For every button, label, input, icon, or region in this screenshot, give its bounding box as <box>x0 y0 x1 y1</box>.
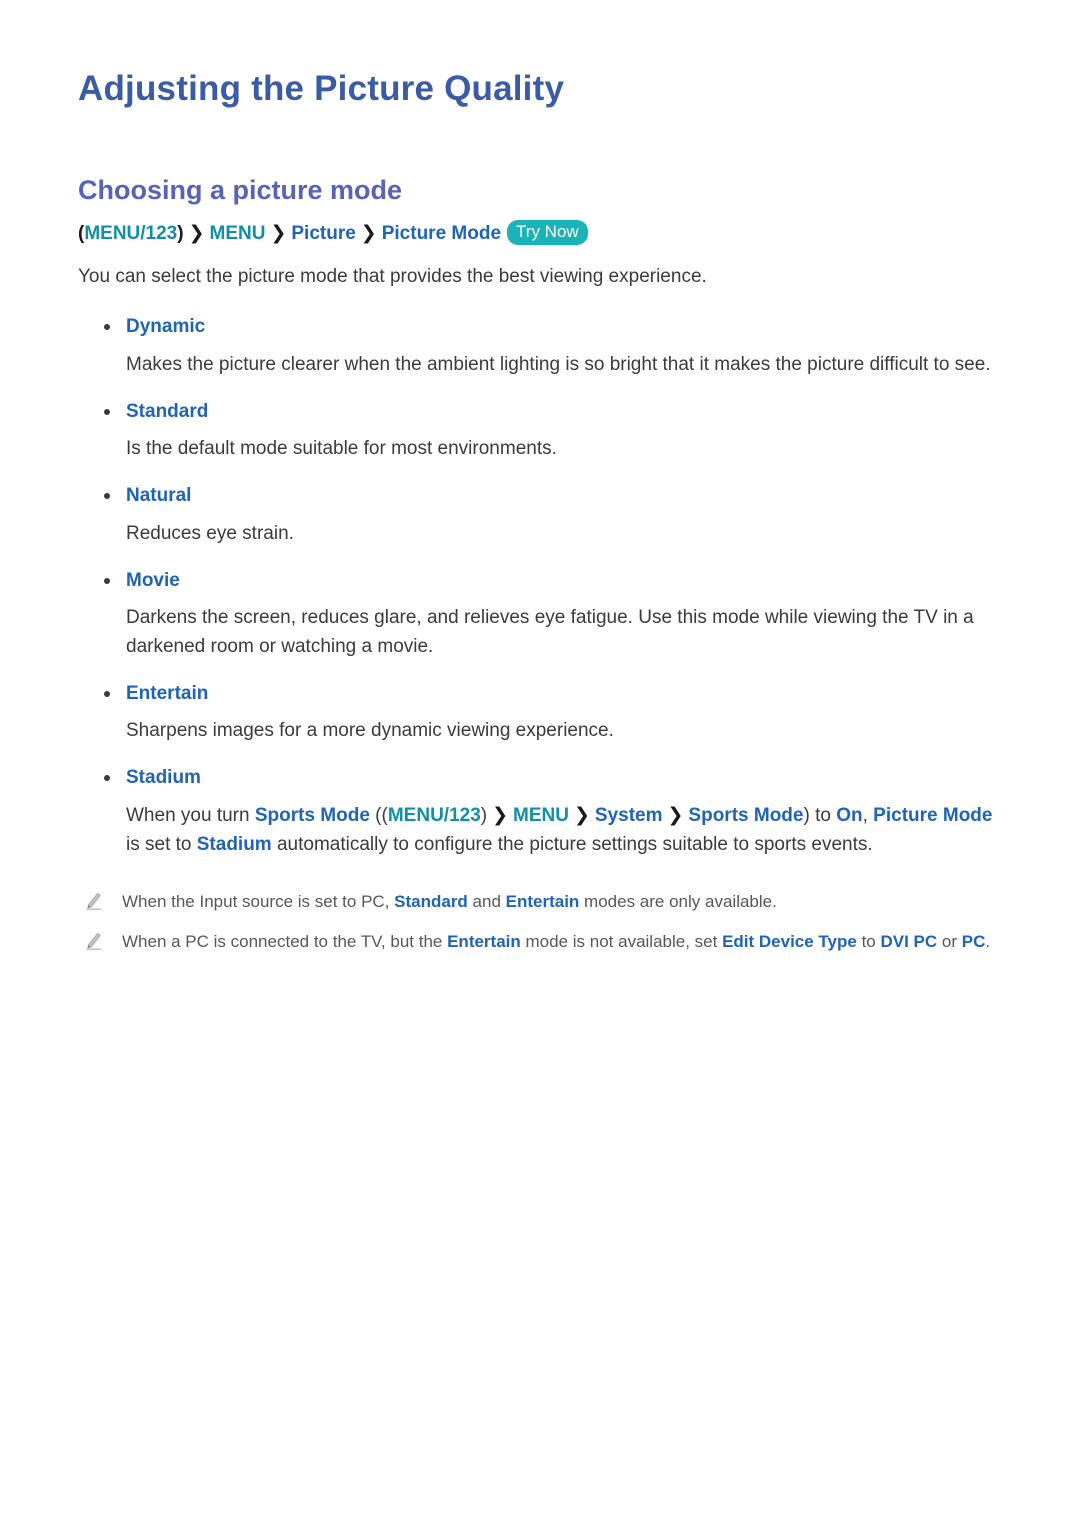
note-text-part: . <box>985 932 991 952</box>
list-item: Stadium When you turn Sports Mode ((MENU… <box>78 764 1008 859</box>
term-standard: Standard <box>394 892 468 912</box>
menu-path-breadcrumb: (MENU/123) ❯ MENU ❯ Picture ❯ Picture Mode Try … <box>78 220 1008 249</box>
mode-label-entertain: Entertain <box>78 680 1008 709</box>
section-title: Choosing a picture mode <box>78 175 403 205</box>
breadcrumb-item-picture-mode[interactable]: Picture Mode <box>382 223 501 244</box>
bullet-icon <box>104 493 110 500</box>
term-sports-mode: Sports Mode <box>254 804 370 826</box>
term-edit-device-type: Edit Device Type <box>722 932 857 952</box>
mode-description: Makes the picture clearer when the ambie… <box>126 353 991 375</box>
term-system: System <box>594 804 663 826</box>
term-stadium: Stadium <box>196 833 272 855</box>
mode-label-text: Movie <box>126 569 180 591</box>
text-automatically: automatically to configure the picture s… <box>271 833 873 855</box>
picture-mode-list: Dynamic Makes the picture clearer when t… <box>78 313 1008 859</box>
bullet-icon <box>104 577 110 584</box>
text-is-set-to: is set to <box>126 833 197 855</box>
note-item: When a PC is connected to the TV, but th… <box>78 929 1008 955</box>
mode-label-text: Dynamic <box>126 316 206 338</box>
mode-description: Darkens the screen, reduces glare, and r… <box>126 607 974 657</box>
chevron-right-icon: ❯ <box>492 804 509 826</box>
chevron-right-icon: ❯ <box>360 223 377 245</box>
note-text: When the Input source is set to PC, Stan… <box>122 892 777 911</box>
page-title: Adjusting the Picture Quality <box>78 69 565 108</box>
note-text: When a PC is connected to the TV, but th… <box>122 932 990 951</box>
breadcrumb-item-menu[interactable]: MENU <box>210 223 266 244</box>
note-text-part: and <box>467 892 506 912</box>
chevron-right-icon: ❯ <box>573 804 590 826</box>
list-item: Standard Is the default mode suitable fo… <box>78 398 1008 464</box>
note-text-part: to <box>856 932 881 952</box>
term-menu123: MENU/123 <box>387 804 481 826</box>
bullet-icon <box>104 324 110 331</box>
mode-label-text: Natural <box>126 485 192 507</box>
chevron-right-icon: ❯ <box>667 804 684 826</box>
mode-label-text: Standard <box>126 400 209 422</box>
mode-label-stadium: Stadium <box>78 764 1008 793</box>
try-now-badge[interactable]: Try Now <box>507 220 588 245</box>
notes-section: When the Input source is set to PC, Stan… <box>78 889 1008 955</box>
text-comma: , <box>862 804 874 826</box>
breadcrumb-close-paren: ) <box>177 223 184 245</box>
mode-label-standard: Standard <box>78 398 1008 427</box>
mode-description: Sharpens images for a more dynamic viewi… <box>126 720 614 742</box>
list-item: Natural Reduces eye strain. <box>78 482 1008 548</box>
term-sports-mode-2: Sports Mode <box>688 804 804 826</box>
mode-label-text: Stadium <box>126 767 201 789</box>
bullet-icon <box>104 775 110 782</box>
bullet-icon <box>104 690 110 697</box>
mode-label-dynamic: Dynamic <box>78 313 1008 342</box>
term-entertain: Entertain <box>447 932 521 952</box>
note-text-part: When a PC is connected to the TV, but th… <box>122 932 448 952</box>
note-text-part: modes are only available. <box>579 892 777 912</box>
breadcrumb-item-menu123[interactable]: MENU/123 <box>84 223 177 244</box>
note-text-part: mode is not available, set <box>520 932 723 952</box>
mode-label-text: Entertain <box>126 682 209 704</box>
mode-description: Is the default mode suitable for most en… <box>126 438 557 460</box>
mode-description: Reduces eye strain. <box>126 522 294 544</box>
chevron-right-icon: ❯ <box>270 223 287 245</box>
text-paren: (( <box>369 804 388 826</box>
mode-label-movie: Movie <box>78 567 1008 596</box>
chevron-right-icon: ❯ <box>188 223 205 245</box>
list-item: Movie Darkens the screen, reduces glare,… <box>78 567 1008 662</box>
list-item: Entertain Sharpens images for a more dyn… <box>78 680 1008 746</box>
term-on: On <box>836 804 863 826</box>
note-text-part: When the Input source is set to PC, <box>122 892 395 912</box>
mode-description-stadium: When you turn Sports Mode ((MENU/123) ❯ ME… <box>78 802 1008 860</box>
intro-paragraph: You can select the picture mode that pro… <box>78 265 707 287</box>
text-to: ) to <box>803 804 837 826</box>
note-text-part: or <box>937 932 962 952</box>
mode-label-natural: Natural <box>78 482 1008 511</box>
term-picture-mode: Picture Mode <box>873 804 993 826</box>
document-page: Adjusting the Picture Quality Choosing a… <box>0 0 1080 1527</box>
note-item: When the Input source is set to PC, Stan… <box>78 889 1008 915</box>
list-item: Dynamic Makes the picture clearer when t… <box>78 313 1008 379</box>
term-dvi-pc: DVI PC <box>880 932 938 952</box>
term-entertain: Entertain <box>505 892 580 912</box>
term-menu: MENU <box>513 804 569 826</box>
bullet-icon <box>104 408 110 415</box>
pencil-icon <box>84 891 104 911</box>
term-pc: PC <box>961 932 986 952</box>
breadcrumb-item-picture[interactable]: Picture <box>291 223 355 244</box>
pencil-icon <box>84 931 104 951</box>
text-when-you-turn: When you turn <box>126 804 255 826</box>
